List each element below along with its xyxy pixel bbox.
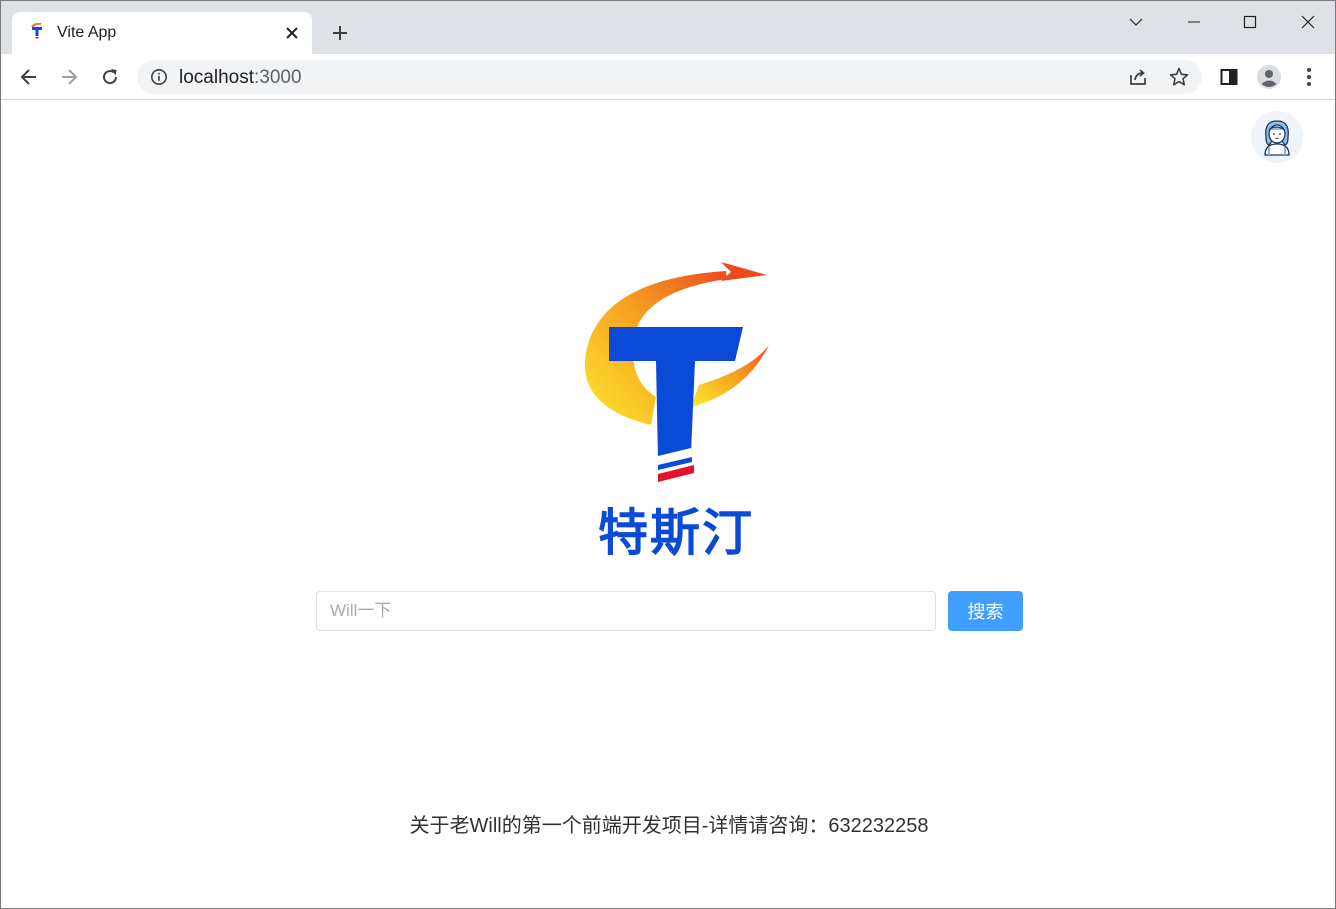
side-panel-button[interactable] [1215,63,1243,91]
side-panel-icon [1220,69,1238,85]
close-window-button[interactable] [1293,7,1323,37]
reload-icon [103,69,118,85]
brand-logo: 特斯汀 [581,257,771,561]
new-tab-button[interactable] [327,20,353,46]
tab-strip: Vite App [1,1,1335,54]
plus-icon [333,26,347,40]
avatar[interactable] [1251,111,1303,163]
tab-close-button[interactable] [280,21,304,45]
arrow-left-icon [20,69,36,85]
close-icon [1301,15,1315,29]
star-icon[interactable] [1168,66,1190,88]
brand-t-logo-icon [584,262,769,482]
page-content: 特斯汀 搜索 关于老Will的第一个前端开发项目-详情请咨询：632232258 [1,101,1335,908]
tab-vite-app[interactable]: Vite App [12,12,312,54]
arrow-right-icon [62,69,78,85]
url-port: :3000 [254,67,302,88]
close-icon [286,27,298,39]
user-avatar-icon [1251,111,1303,163]
browser-window: Vite App localhost:3000 特斯汀 Will一下 搜索 关于… [0,0,1336,909]
minimize-button[interactable] [1179,7,1209,37]
share-icon[interactable] [1127,66,1149,88]
back-button[interactable] [15,63,43,91]
reload-button[interactable] [96,63,124,91]
logo-text: 特斯汀 [598,505,754,561]
kebab-menu-icon [1307,68,1311,86]
footer-text: 关于老Will的第一个前端开发项目-详情请咨询：632232258 [409,815,929,837]
menu-button[interactable] [1295,63,1323,91]
profile-button[interactable] [1255,63,1283,91]
tab-title: Vite App [57,24,117,41]
tab-search-button[interactable] [1121,7,1151,37]
url-text[interactable]: localhost:3000 [179,67,302,89]
forward-button[interactable] [55,63,83,91]
search-button[interactable]: 搜索 [948,591,1023,631]
info-icon[interactable] [150,68,168,86]
maximize-icon [1243,15,1257,29]
brand-t-favicon [31,23,42,39]
address-bar[interactable]: localhost:3000 [137,60,1202,94]
profile-icon [1257,65,1281,89]
browser-toolbar: localhost:3000 [1,54,1335,100]
chevron-down-icon [1129,18,1143,26]
url-host: localhost [179,67,254,88]
maximize-button[interactable] [1235,7,1265,37]
search-input[interactable] [316,591,936,631]
minimize-icon [1188,21,1200,23]
